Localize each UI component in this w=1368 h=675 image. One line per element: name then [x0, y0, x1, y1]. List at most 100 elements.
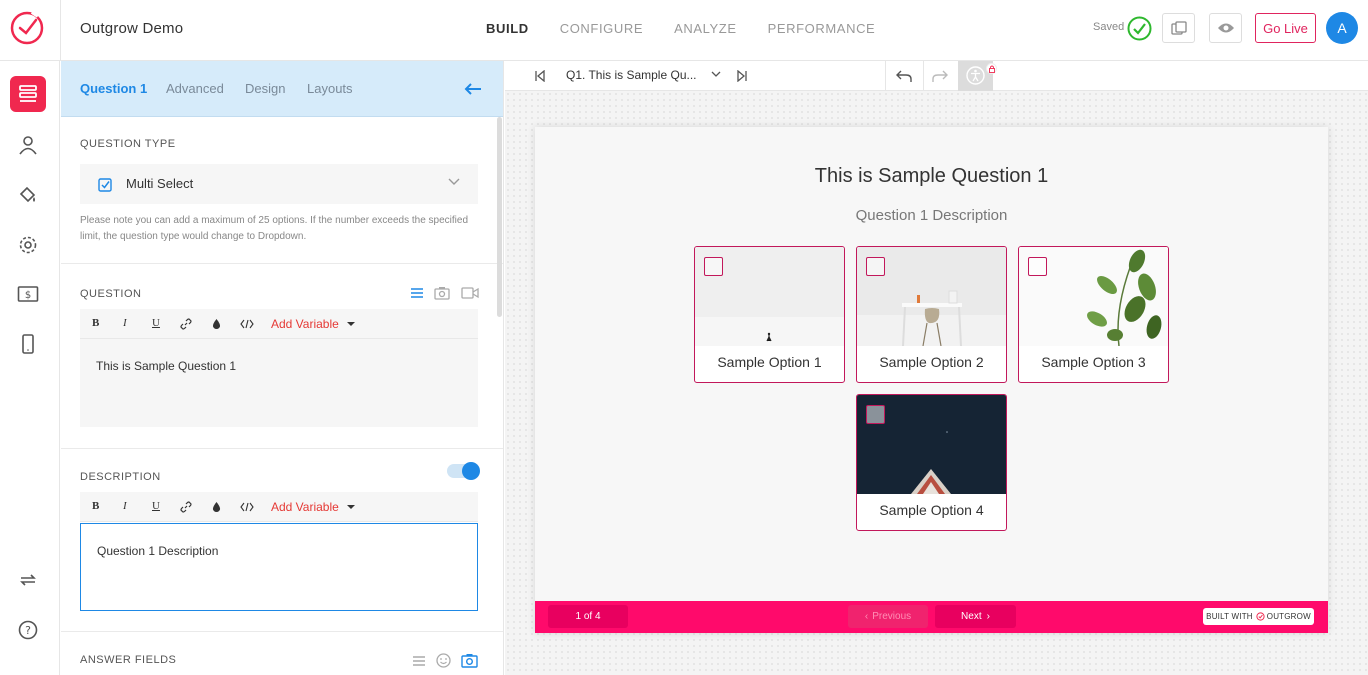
caret-down-icon[interactable] — [347, 322, 355, 326]
rail-design-button[interactable] — [10, 177, 46, 213]
top-bar: Outgrow Demo BUILD CONFIGURE ANALYZE PER… — [0, 0, 1368, 61]
skip-last-icon[interactable] — [736, 70, 748, 82]
question-type-value: Multi Select — [126, 176, 194, 191]
lock-badge — [986, 63, 997, 74]
quiz-preview: This is Sample Question 1 Question 1 Des… — [535, 127, 1328, 633]
option-checkbox[interactable] — [704, 257, 723, 276]
app-title[interactable]: Outgrow Demo — [80, 20, 183, 37]
redo-icon[interactable] — [932, 69, 948, 83]
accessibility-icon — [966, 66, 985, 85]
quiz-footer: 1 of 4 ‹ Previous Next › BUILT WITH OUTG… — [535, 601, 1328, 633]
color-drop-icon[interactable] — [212, 501, 221, 513]
add-variable-button[interactable]: Add Variable — [271, 500, 339, 514]
italic-button[interactable]: I — [123, 500, 127, 512]
go-live-button[interactable]: Go Live — [1255, 13, 1316, 43]
bold-button[interactable]: B — [92, 500, 99, 512]
avatar[interactable]: A — [1326, 12, 1358, 44]
answer-fields-section: ANSWER FIELDS — [61, 632, 503, 675]
header-divider — [60, 0, 61, 61]
description-toggle[interactable] — [447, 462, 480, 480]
chevron-down-icon[interactable] — [711, 71, 721, 78]
question-section: QUESTION B I U Add Variable This is Samp… — [61, 264, 503, 449]
saved-check-icon — [1127, 16, 1152, 41]
underline-button[interactable]: U — [152, 500, 160, 512]
build-icon — [19, 85, 37, 102]
built-with-outgrow-badge[interactable]: BUILT WITH OUTGROW — [1203, 608, 1314, 625]
code-icon[interactable] — [240, 319, 254, 329]
toolbar-divider — [885, 61, 886, 91]
quiz-question-description: Question 1 Description — [855, 207, 1008, 224]
gear-icon — [19, 236, 37, 254]
chevron-down-icon — [448, 178, 460, 185]
description-text-editor[interactable]: Question 1 Description — [80, 523, 478, 611]
panel-scrollbar[interactable] — [497, 117, 502, 317]
tab-question-1[interactable]: Question 1 — [80, 81, 147, 96]
outgrow-logo-icon[interactable] — [8, 8, 46, 46]
outgrow-brand-label: OUTGROW — [1266, 612, 1311, 621]
camera-icon[interactable] — [434, 286, 450, 300]
description-label: DESCRIPTION — [80, 471, 161, 483]
nav-build[interactable]: BUILD — [486, 21, 529, 36]
mobile-icon — [22, 334, 34, 354]
nav-configure[interactable]: CONFIGURE — [560, 21, 643, 36]
option-card-1[interactable]: Sample Option 1 — [694, 246, 845, 383]
option-checkbox[interactable] — [1028, 257, 1047, 276]
rail-payment-button[interactable]: $ — [10, 277, 46, 313]
eye-icon — [1217, 23, 1234, 33]
question-selector[interactable]: Q1. This is Sample Qu... — [566, 68, 697, 82]
bold-button[interactable]: B — [92, 317, 99, 329]
link-icon[interactable] — [180, 318, 192, 330]
preview-button[interactable] — [1209, 13, 1242, 43]
image-option-icon[interactable] — [461, 653, 478, 668]
text-align-icon[interactable] — [410, 287, 424, 299]
code-icon[interactable] — [240, 502, 254, 512]
option-card-2[interactable]: Sample Option 2 — [856, 246, 1007, 383]
video-icon[interactable] — [461, 286, 479, 300]
duplicate-button[interactable] — [1162, 13, 1195, 43]
link-icon[interactable] — [180, 501, 192, 513]
tab-advanced[interactable]: Advanced — [166, 81, 224, 96]
previous-button[interactable]: ‹ Previous — [848, 605, 928, 628]
question-label: QUESTION — [80, 288, 142, 300]
copy-icon — [1170, 21, 1187, 35]
svg-text:$: $ — [25, 290, 31, 301]
nav-performance[interactable]: PERFORMANCE — [768, 21, 876, 36]
preview-canvas: Q1. This is Sample Qu... This is Sample … — [505, 61, 1368, 675]
refresh-icon — [20, 574, 36, 586]
skip-first-icon[interactable] — [534, 70, 546, 82]
saved-status-label: Saved — [1093, 21, 1125, 33]
canvas-toolbar: Q1. This is Sample Qu... — [505, 61, 1368, 91]
rail-build-button[interactable] — [10, 76, 46, 112]
arrow-left-icon[interactable] — [463, 80, 483, 98]
underline-button[interactable]: U — [152, 317, 160, 329]
checkbox-icon — [98, 178, 112, 192]
option-checkbox[interactable] — [866, 257, 885, 276]
add-variable-button[interactable]: Add Variable — [271, 317, 339, 331]
question-text-editor[interactable]: This is Sample Question 1 — [80, 339, 478, 427]
rail-mobile-button[interactable] — [10, 326, 46, 362]
page-indicator: 1 of 4 — [548, 605, 628, 628]
nav-analyze[interactable]: ANALYZE — [674, 21, 736, 36]
option-label: Sample Option 2 — [879, 354, 984, 370]
rail-user-button[interactable] — [10, 127, 46, 163]
next-button[interactable]: Next › — [935, 605, 1016, 628]
rail-sync-button[interactable] — [10, 562, 46, 598]
tab-design[interactable]: Design — [245, 81, 285, 96]
option-card-4[interactable]: Sample Option 4 — [856, 394, 1007, 531]
description-editor-toolbar: B I U Add Variable — [80, 492, 478, 522]
tab-layouts[interactable]: Layouts — [307, 81, 353, 96]
option-checkbox[interactable] — [866, 405, 885, 424]
chevron-left-icon: ‹ — [864, 611, 869, 622]
italic-button[interactable]: I — [123, 317, 127, 329]
toggle-knob — [462, 462, 480, 480]
question-type-select[interactable]: Multi Select — [80, 164, 478, 204]
list-icon[interactable] — [412, 655, 426, 667]
caret-down-icon[interactable] — [347, 505, 355, 509]
paint-bucket-icon — [19, 186, 36, 203]
emoji-icon[interactable] — [436, 653, 451, 668]
rail-settings-button[interactable] — [10, 227, 46, 263]
option-card-3[interactable]: Sample Option 3 — [1018, 246, 1169, 383]
color-drop-icon[interactable] — [212, 318, 221, 330]
undo-icon[interactable] — [896, 69, 912, 83]
rail-help-button[interactable]: ? — [10, 612, 46, 648]
